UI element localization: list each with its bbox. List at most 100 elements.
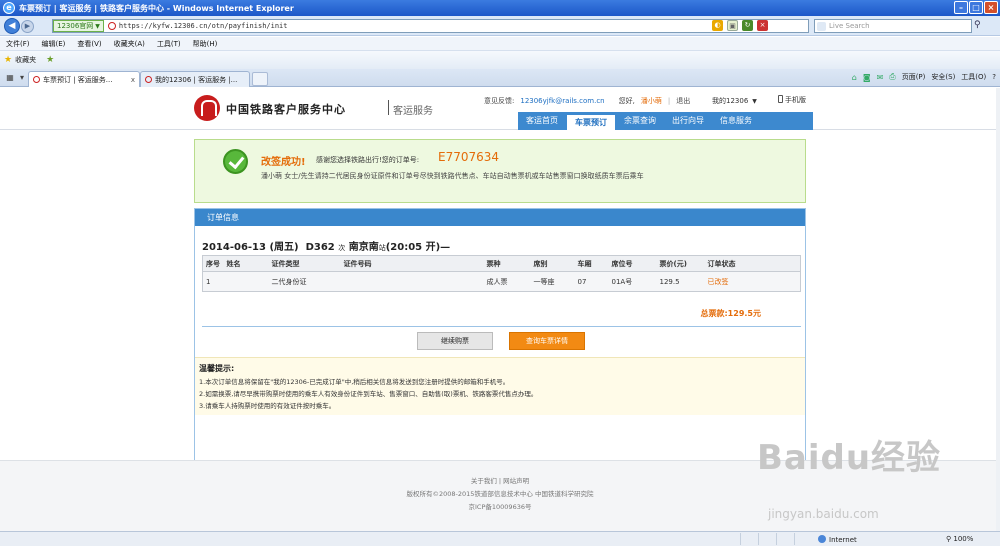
add-favorite-icon[interactable]: ★ — [46, 55, 54, 65]
close-tab-icon[interactable]: x — [131, 76, 135, 84]
site-badge-label: 12306官网 — [57, 22, 94, 30]
compatibility-icon[interactable]: ◐ — [712, 20, 723, 31]
baidu-watermark: Baidu经验 — [757, 438, 942, 478]
logout-link[interactable]: 退出 — [676, 96, 690, 106]
trip-summary: 2014-06-13 (周五) D362 次 南京南站(20:05 开)— — [202, 238, 450, 253]
search-input[interactable]: Live Search — [814, 19, 972, 33]
tools-menu[interactable]: 工具(O) — [961, 72, 986, 82]
trip-weekday: (周五) — [269, 242, 299, 253]
col-header: 证件类型 — [268, 255, 341, 272]
col-header: 序号 — [202, 255, 224, 272]
nav-info-service[interactable]: 信息服务 — [712, 112, 760, 130]
main-nav: 客运首页 车票预订 余票查询 出行向导 信息服务 — [518, 112, 813, 130]
home-icon[interactable]: ⌂ — [852, 73, 857, 82]
nav-home[interactable]: 客运首页 — [518, 112, 566, 130]
stop-icon[interactable]: × — [757, 20, 768, 31]
nav-travel-guide[interactable]: 出行向导 — [664, 112, 712, 130]
tab-my-12306[interactable]: 我的12306 | 客运服务 |... — [140, 71, 250, 87]
nav-ticket-booking[interactable]: 车票预订 — [566, 114, 616, 130]
window-title: 车票预订 | 客运服务 | 铁路客户服务中心 - Windows Interne… — [19, 3, 294, 13]
favorites-star-icon[interactable]: ★ — [4, 55, 12, 65]
cell-price: 129.5 — [656, 271, 705, 292]
tab-list-icon[interactable]: ▾ — [16, 72, 28, 84]
panel-divider — [202, 326, 801, 327]
col-header: 席位号 — [608, 255, 657, 272]
tab-favicon-icon — [33, 76, 40, 83]
refresh-icon[interactable]: ↻ — [742, 20, 753, 31]
favorites-bar: ★ 收藏夹 ★ — [0, 50, 1000, 69]
mobile-version-link[interactable]: 手机版 — [778, 95, 806, 105]
safety-menu[interactable]: 安全(S) — [931, 72, 955, 82]
page-menu[interactable]: 页面(P) — [902, 72, 926, 82]
menu-edit[interactable]: 编辑(E) — [42, 39, 66, 49]
nav-remaining-tickets[interactable]: 余票查询 — [616, 112, 664, 130]
menu-file[interactable]: 文件(F) — [6, 39, 30, 49]
feedback-label: 意见反馈: — [484, 97, 515, 105]
command-bar: ⌂ ◙ ✉ ⎙ 页面(P) 安全(S) 工具(O) ? — [852, 72, 996, 82]
feeds-icon[interactable]: ◙ — [863, 73, 871, 82]
url-text[interactable]: https://kyfw.12306.cn/otn/payfinish/init — [119, 22, 288, 30]
vertical-scrollbar[interactable] — [996, 88, 1000, 531]
live-search-icon — [817, 22, 826, 31]
print-icon[interactable]: ⎙ — [889, 72, 895, 82]
train-number: D362 — [305, 242, 335, 253]
station-suffix: 站 — [378, 244, 386, 252]
status-cell — [776, 533, 790, 545]
quick-tabs-icon[interactable]: ▦ — [4, 72, 16, 84]
col-header: 姓名 — [223, 255, 269, 272]
trip-date: 2014-06-13 — [202, 242, 266, 253]
address-bar[interactable]: 12306官网 ▼ https://kyfw.12306.cn/otn/payf… — [52, 19, 809, 33]
success-title: 改签成功! — [261, 157, 306, 168]
railway-logo-icon[interactable] — [194, 95, 220, 121]
help-icon[interactable]: ? — [992, 73, 996, 81]
username-link[interactable]: 潘小萌 — [641, 96, 662, 106]
cell-id-no — [340, 271, 484, 292]
globe-icon — [818, 535, 826, 543]
cell-id-type: 二代身份证 — [268, 271, 341, 292]
menu-favorites[interactable]: 收藏夹(A) — [114, 39, 145, 49]
feedback-email-link[interactable]: 12306yjfk@rails.com.cn — [520, 97, 604, 105]
mail-icon[interactable]: ✉ — [877, 73, 884, 82]
tips-section: 温馨提示: 1.本次订单信息将保留在"我的12306-已完成订单"中,稍后相关信… — [195, 357, 805, 415]
menu-tools[interactable]: 工具(T) — [157, 39, 181, 49]
top-links: 意见反馈: 12306yjfk@rails.com.cn 您好, 潘小萌 | 退… — [484, 96, 690, 106]
tab-ticket-booking[interactable]: 车票预订 | 客运服务... x — [28, 71, 140, 87]
maximize-button[interactable]: □ — [969, 1, 983, 14]
view-ticket-detail-button[interactable]: 查询车票详情 — [509, 332, 585, 350]
lock-icon[interactable]: ▣ — [727, 20, 738, 31]
new-tab-button[interactable] — [252, 72, 268, 86]
cell-no: 1 — [202, 271, 224, 292]
order-table: 序号 姓名 证件类型 证件号码 票种 席别 车厢 席位号 票价(元) 订单状态 … — [202, 255, 801, 292]
site-identity-badge[interactable]: 12306官网 ▼ — [53, 20, 104, 32]
table-header-row: 序号 姓名 证件类型 证件号码 票种 席别 车厢 席位号 票价(元) 订单状态 — [202, 255, 801, 272]
success-check-icon — [223, 149, 248, 174]
tip-line: 1.本次订单信息将保留在"我的12306-已完成订单"中,稍后相关信息将发送到您… — [199, 378, 510, 386]
security-zone[interactable]: Internet — [818, 535, 857, 544]
search-placeholder: Live Search — [829, 22, 870, 30]
tip-line: 3.请乘车人持购票时使用的有效证件按时乘车。 — [199, 402, 336, 410]
tips-title: 温馨提示: — [199, 364, 235, 373]
forward-button[interactable]: ▶ — [21, 20, 34, 33]
baidu-watermark-url: jingyan.baidu.com — [768, 507, 879, 521]
close-window-button[interactable]: × — [984, 1, 998, 14]
menu-help[interactable]: 帮助(H) — [193, 39, 218, 49]
success-thanks: 感谢您选择铁路出行!您的订单号: — [316, 156, 420, 164]
back-button[interactable]: ◀ — [4, 18, 20, 34]
col-header: 证件号码 — [340, 255, 484, 272]
tip-line: 2.如需换票,请尽早携带购票时使用的乘车人有效身份证件到车站、售票窗口、自助售(… — [199, 390, 538, 398]
cell-status: 已改签 — [704, 271, 801, 292]
continue-booking-button[interactable]: 继续购票 — [417, 332, 493, 350]
order-number: E7707634 — [438, 150, 500, 164]
my12306-dropdown[interactable]: 我的12306 ▼ — [712, 96, 757, 106]
col-header: 车厢 — [574, 255, 609, 272]
col-header: 票种 — [483, 255, 531, 272]
minimize-button[interactable]: – — [954, 1, 968, 14]
address-toolbar: ◀ ▶ 12306官网 ▼ https://kyfw.12306.cn/otn/… — [0, 16, 1000, 36]
favorites-button[interactable]: 收藏夹 — [15, 55, 36, 65]
link-separator: | — [667, 97, 671, 105]
menu-bar: 文件(F) 编辑(E) 查看(V) 收藏夹(A) 工具(T) 帮助(H) — [0, 37, 1000, 50]
zoom-level[interactable]: ⚲ 100% — [946, 535, 973, 543]
search-icon[interactable]: ⚲ — [974, 20, 981, 30]
menu-view[interactable]: 查看(V) — [77, 39, 101, 49]
table-row: 1 二代身份证 成人票 一等座 07 01A号 129.5 已改签 — [202, 271, 801, 292]
